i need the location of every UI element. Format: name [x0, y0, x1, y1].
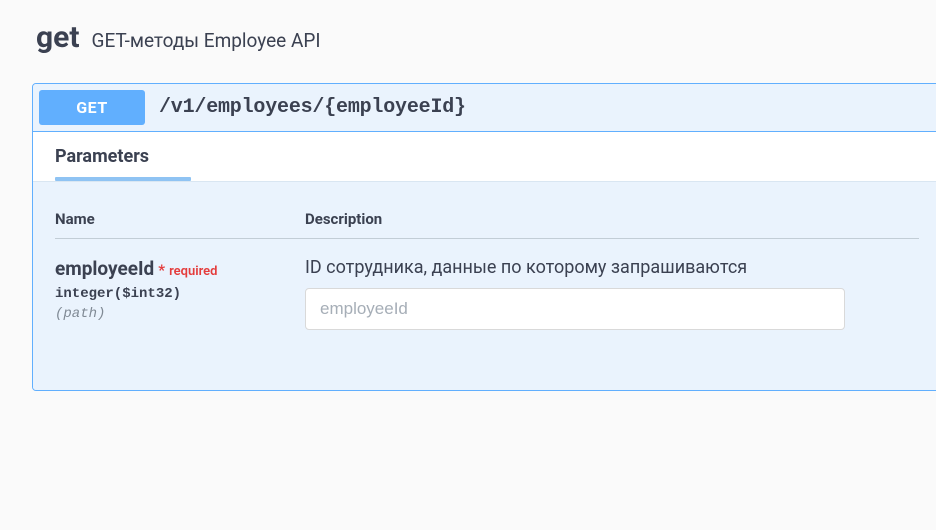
- tab-parameters[interactable]: Parameters: [55, 146, 149, 179]
- parameters-section: Name Description employeeId * required i…: [33, 182, 936, 390]
- required-label: required: [169, 264, 217, 279]
- column-header-name: Name: [55, 210, 305, 228]
- operation-summary[interactable]: GET /v1/employees/{employeeId}: [33, 84, 936, 132]
- parameter-name: employeeId: [55, 257, 154, 280]
- parameters-table-header: Name Description: [55, 210, 919, 239]
- operation-block: GET /v1/employees/{employeeId} Parameter…: [32, 83, 936, 391]
- tag-description: GET-методы Employee API: [92, 29, 321, 52]
- parameter-row: employeeId * required integer($int32) (p…: [55, 239, 919, 330]
- parameter-description: ID сотрудника, данные по которому запраш…: [305, 257, 919, 278]
- parameter-input[interactable]: [305, 288, 845, 330]
- endpoint-path: /v1/employees/{employeeId}: [159, 96, 466, 119]
- column-header-description: Description: [305, 210, 919, 228]
- tag-name: get: [36, 20, 80, 55]
- parameter-type: integer($int32): [55, 286, 305, 302]
- tag-header[interactable]: get GET-методы Employee API: [30, 20, 936, 55]
- required-star: *: [158, 261, 165, 279]
- parameter-in: (path): [55, 306, 305, 322]
- http-method-badge: GET: [39, 90, 145, 125]
- tabs-bar: Parameters: [33, 132, 936, 182]
